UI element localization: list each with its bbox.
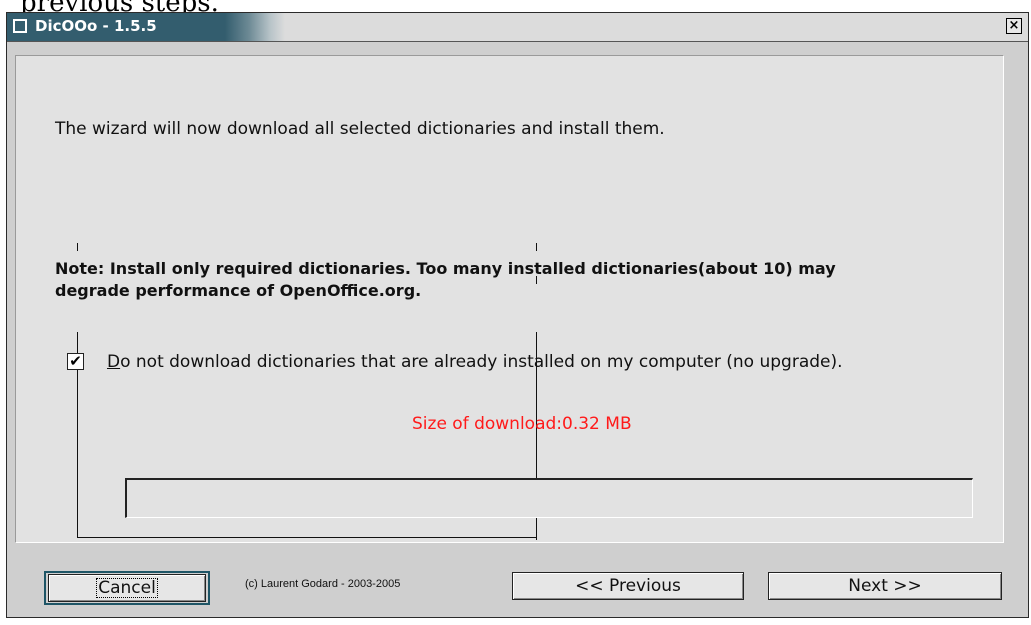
mnemonic-letter: D: [107, 352, 121, 372]
cancel-button-focus-frame: Cancel: [44, 571, 210, 605]
download-progress-bar: [125, 478, 973, 518]
cancel-button-label: Cancel: [96, 578, 158, 598]
download-size-label: Size of download:0.32 MB: [412, 414, 632, 434]
intro-text: The wizard will now download all selecte…: [55, 119, 665, 139]
note-line-1: Note: Install only required dictionaries…: [55, 259, 836, 278]
guide-tick-mid-top: [536, 243, 537, 251]
title-tab: DicOOo - 1.5.5: [7, 13, 285, 41]
guide-tick-left-top: [77, 243, 78, 251]
no-upgrade-label[interactable]: Do not download dictionaries that are al…: [107, 352, 843, 372]
close-button[interactable]: ×: [1006, 18, 1022, 34]
note-line-2: degrade performance of OpenOffice.org.: [55, 281, 422, 300]
note-text: Note: Install only required dictionaries…: [55, 258, 955, 302]
copyright-text: (c) Laurent Godard - 2003-2005: [245, 578, 401, 590]
next-button[interactable]: Next >>: [768, 572, 1002, 600]
guide-tick-mid-note: [536, 276, 537, 284]
guide-line-bottom: [77, 537, 537, 538]
previous-button[interactable]: << Previous: [512, 572, 744, 600]
window-title: DicOOo - 1.5.5: [35, 17, 157, 35]
window-menu-icon[interactable]: [13, 19, 27, 33]
no-upgrade-label-text: o not download dictionaries that are alr…: [120, 352, 843, 372]
no-upgrade-checkbox[interactable]: ✔: [67, 353, 84, 370]
cancel-button[interactable]: Cancel: [48, 574, 206, 602]
title-bar[interactable]: DicOOo - 1.5.5 ×: [7, 13, 1028, 42]
